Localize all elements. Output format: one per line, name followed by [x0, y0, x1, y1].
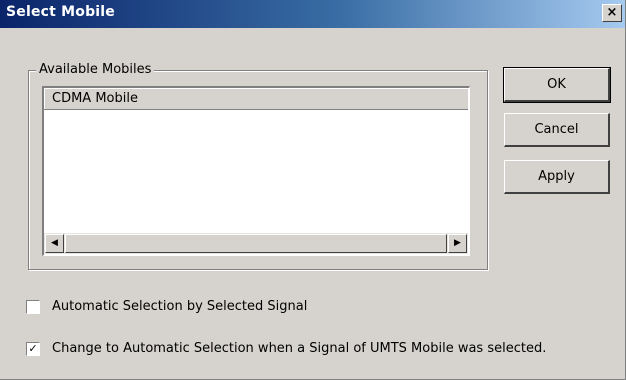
- select-mobile-dialog: Select Mobile × Available Mobiles CDMA M…: [0, 0, 626, 380]
- dialog-title: Select Mobile: [6, 4, 116, 20]
- apply-button[interactable]: Apply: [504, 160, 610, 194]
- ok-button[interactable]: OK: [503, 67, 611, 103]
- scroll-thumb[interactable]: [65, 234, 447, 253]
- change-auto-label[interactable]: Change to Automatic Selection when a Sig…: [52, 341, 546, 356]
- close-icon: ×: [606, 5, 618, 20]
- scroll-left-button[interactable]: ◀: [45, 234, 64, 253]
- arrow-left-icon: ◀: [51, 238, 58, 248]
- column-header-label: CDMA Mobile: [52, 91, 138, 106]
- auto-selection-checkbox[interactable]: [26, 300, 40, 314]
- close-button[interactable]: ×: [602, 4, 622, 22]
- list-column-header[interactable]: CDMA Mobile: [44, 88, 468, 110]
- title-bar[interactable]: Select Mobile ×: [0, 0, 625, 28]
- arrow-right-icon: ▶: [454, 238, 461, 248]
- cancel-button[interactable]: Cancel: [504, 113, 610, 147]
- checkmark-icon: ✓: [28, 342, 38, 355]
- change-auto-checkbox[interactable]: ✓: [26, 342, 40, 356]
- scroll-right-button[interactable]: ▶: [448, 234, 467, 253]
- mobiles-listview[interactable]: CDMA Mobile ◀ ▶: [42, 86, 470, 256]
- auto-selection-label[interactable]: Automatic Selection by Selected Signal: [52, 299, 307, 314]
- horizontal-scrollbar[interactable]: ◀ ▶: [44, 233, 468, 254]
- available-mobiles-label: Available Mobiles: [36, 62, 155, 77]
